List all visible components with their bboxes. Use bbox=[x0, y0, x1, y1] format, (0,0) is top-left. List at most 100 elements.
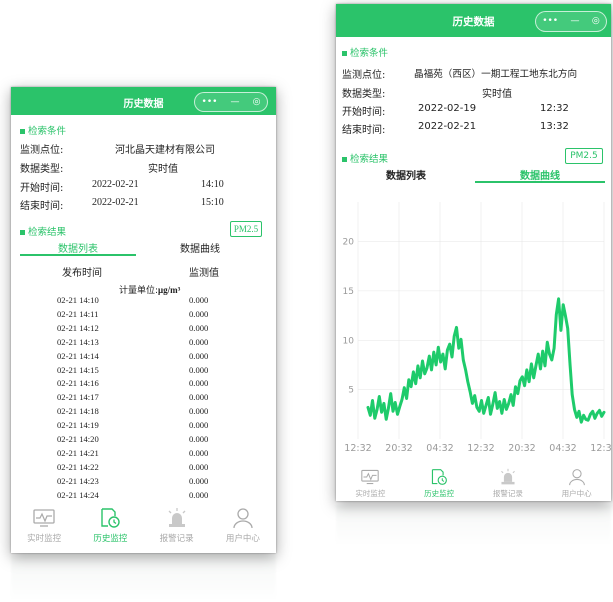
right-phone-screen: 历史数据 ••• — ◎ 检索条件 监测点位: 晶福苑（西区）一期工程工地东北方… bbox=[336, 4, 611, 501]
nav-label: 历史监控 bbox=[424, 489, 455, 498]
row-value: 0.000 bbox=[189, 350, 209, 361]
row-time: 02-21 14:18 bbox=[57, 406, 99, 417]
type-value[interactable]: 实时值 bbox=[482, 85, 512, 100]
tab-data-list[interactable]: 数据列表 bbox=[342, 167, 470, 182]
list-item: 02-21 14:11 0.000 bbox=[11, 309, 276, 322]
start-date[interactable]: 2022-02-21 bbox=[92, 179, 139, 190]
history-icon bbox=[101, 508, 121, 528]
nav-history[interactable]: 历史监控 bbox=[424, 468, 454, 501]
x-tick-label: 12:32 bbox=[467, 443, 494, 454]
row-time: 02-21 14:21 bbox=[57, 447, 99, 458]
monitor-icon bbox=[361, 469, 380, 485]
right-bottom-nav: 实时监控 历史监控 报警记录 用户中心 bbox=[336, 468, 611, 501]
row-value: 0.000 bbox=[189, 295, 209, 305]
section-marker-icon bbox=[20, 230, 25, 235]
nav-user[interactable]: 用户中心 bbox=[562, 468, 592, 501]
row-time: 02-21 14:22 bbox=[57, 461, 99, 472]
nav-label: 报警记录 bbox=[159, 534, 194, 544]
more-icon[interactable]: ••• bbox=[542, 17, 558, 26]
unit-value: μg/m³ bbox=[158, 285, 181, 295]
row-time: 02-21 14:24 bbox=[57, 489, 99, 500]
section-marker-icon bbox=[342, 51, 347, 56]
right-results-heading: 检索结果 bbox=[342, 151, 388, 165]
list-item: 02-21 14:14 0.000 bbox=[11, 351, 276, 364]
row-time: 02-21 14:23 bbox=[57, 475, 99, 486]
nav-label: 用户中心 bbox=[225, 534, 260, 544]
active-tab-underline bbox=[475, 181, 605, 183]
nav-history[interactable]: 历史监控 bbox=[93, 507, 127, 553]
list-item: 02-21 14:22 0.000 bbox=[11, 462, 276, 475]
y-tick-label: 15 bbox=[343, 287, 354, 297]
tab-data-chart[interactable]: 数据曲线 bbox=[475, 167, 605, 182]
close-icon[interactable]: ◎ bbox=[253, 97, 261, 107]
list-item: 02-21 14:18 0.000 bbox=[11, 406, 276, 419]
right-phone-reflection bbox=[336, 505, 611, 545]
list-item: 02-21 14:24 0.000 bbox=[11, 490, 276, 503]
start-time[interactable]: 12:32 bbox=[540, 103, 569, 114]
x-tick-label: 12:32 bbox=[590, 443, 611, 454]
row-value: 0.000 bbox=[189, 336, 209, 347]
left-search-heading: 检索条件 bbox=[20, 123, 66, 137]
y-tick-label: 5 bbox=[348, 386, 354, 396]
left-bottom-nav: 实时监控 历史监控 报警记录 用户中心 bbox=[11, 507, 276, 553]
start-time[interactable]: 14:10 bbox=[201, 179, 224, 190]
end-date[interactable]: 2022-02-21 bbox=[418, 121, 476, 132]
column-header-value: 监测值 bbox=[189, 268, 219, 279]
y-tick-label: 10 bbox=[343, 336, 355, 346]
user-icon bbox=[233, 508, 253, 529]
list-item: 02-21 14:17 0.000 bbox=[11, 392, 276, 405]
row-value: 0.000 bbox=[189, 461, 209, 472]
nav-realtime[interactable]: 实时监控 bbox=[355, 468, 385, 501]
x-tick-label: 04:32 bbox=[549, 443, 576, 454]
nav-label: 历史监控 bbox=[93, 534, 128, 544]
history-icon bbox=[432, 469, 448, 485]
pollutant-badge[interactable]: PM2.5 bbox=[230, 221, 262, 237]
column-header-time: 发布时间 bbox=[62, 268, 102, 279]
alarm-icon bbox=[168, 508, 186, 527]
row-time: 02-21 14:13 bbox=[57, 336, 99, 347]
row-value: 0.000 bbox=[189, 364, 209, 375]
station-value[interactable]: 晶福苑（西区）一期工程工地东北方向 bbox=[414, 66, 577, 80]
row-value: 0.000 bbox=[189, 489, 209, 500]
nav-user[interactable]: 用户中心 bbox=[226, 507, 260, 553]
tab-data-chart[interactable]: 数据曲线 bbox=[141, 240, 259, 255]
tab-data-list[interactable]: 数据列表 bbox=[20, 240, 136, 255]
nav-alarm[interactable]: 报警记录 bbox=[160, 507, 194, 553]
list-item: 02-21 14:15 0.000 bbox=[11, 365, 276, 378]
minimize-icon[interactable]: — bbox=[571, 17, 580, 26]
more-icon[interactable]: ••• bbox=[202, 97, 218, 107]
list-item: 02-21 14:20 0.000 bbox=[11, 434, 276, 447]
minimize-icon[interactable]: — bbox=[231, 97, 240, 107]
type-label: 数据类型: bbox=[20, 164, 64, 175]
end-time[interactable]: 15:10 bbox=[201, 197, 224, 208]
right-capsule: ••• — ◎ bbox=[535, 11, 607, 32]
pm25-line-chart: 12:32 20:32 04:32 12:32 20:32 04:32 12:32 5 10 15… bbox=[343, 202, 611, 454]
nav-label: 实时监控 bbox=[27, 534, 62, 544]
start-date[interactable]: 2022-02-19 bbox=[418, 103, 476, 114]
row-value: 0.000 bbox=[189, 475, 209, 486]
close-icon[interactable]: ◎ bbox=[592, 17, 600, 26]
end-date[interactable]: 2022-02-21 bbox=[92, 197, 139, 208]
end-time[interactable]: 13:32 bbox=[540, 121, 569, 132]
nav-label: 报警记录 bbox=[492, 489, 523, 498]
list-item: 02-21 14:12 0.000 bbox=[11, 323, 276, 336]
active-tab-underline bbox=[20, 254, 136, 256]
nav-alarm[interactable]: 报警记录 bbox=[493, 468, 523, 501]
end-label: 结束时间: bbox=[20, 201, 64, 212]
nav-realtime[interactable]: 实时监控 bbox=[27, 507, 61, 553]
end-label: 结束时间: bbox=[342, 125, 386, 136]
type-value[interactable]: 实时值 bbox=[148, 160, 178, 175]
x-tick-label: 04:32 bbox=[426, 443, 453, 454]
nav-label: 用户中心 bbox=[561, 489, 592, 498]
row-value: 0.000 bbox=[189, 447, 209, 458]
station-value[interactable]: 河北晶天建材有限公司 bbox=[115, 141, 215, 156]
row-time: 02-21 14:20 bbox=[57, 434, 99, 444]
monitor-icon bbox=[33, 509, 55, 527]
pollutant-badge[interactable]: PM2.5 bbox=[565, 148, 603, 164]
row-time: 02-21 14:15 bbox=[57, 364, 99, 375]
user-icon bbox=[568, 469, 585, 486]
left-title-bar: 历史数据 ••• — ◎ bbox=[11, 87, 276, 115]
row-time: 02-21 14:19 bbox=[57, 420, 99, 431]
left-phone-screen: 历史数据 ••• — ◎ 检索条件 监测点位: 河北晶天建材有限公司 数据类型:… bbox=[11, 87, 276, 553]
type-label: 数据类型: bbox=[342, 89, 386, 100]
